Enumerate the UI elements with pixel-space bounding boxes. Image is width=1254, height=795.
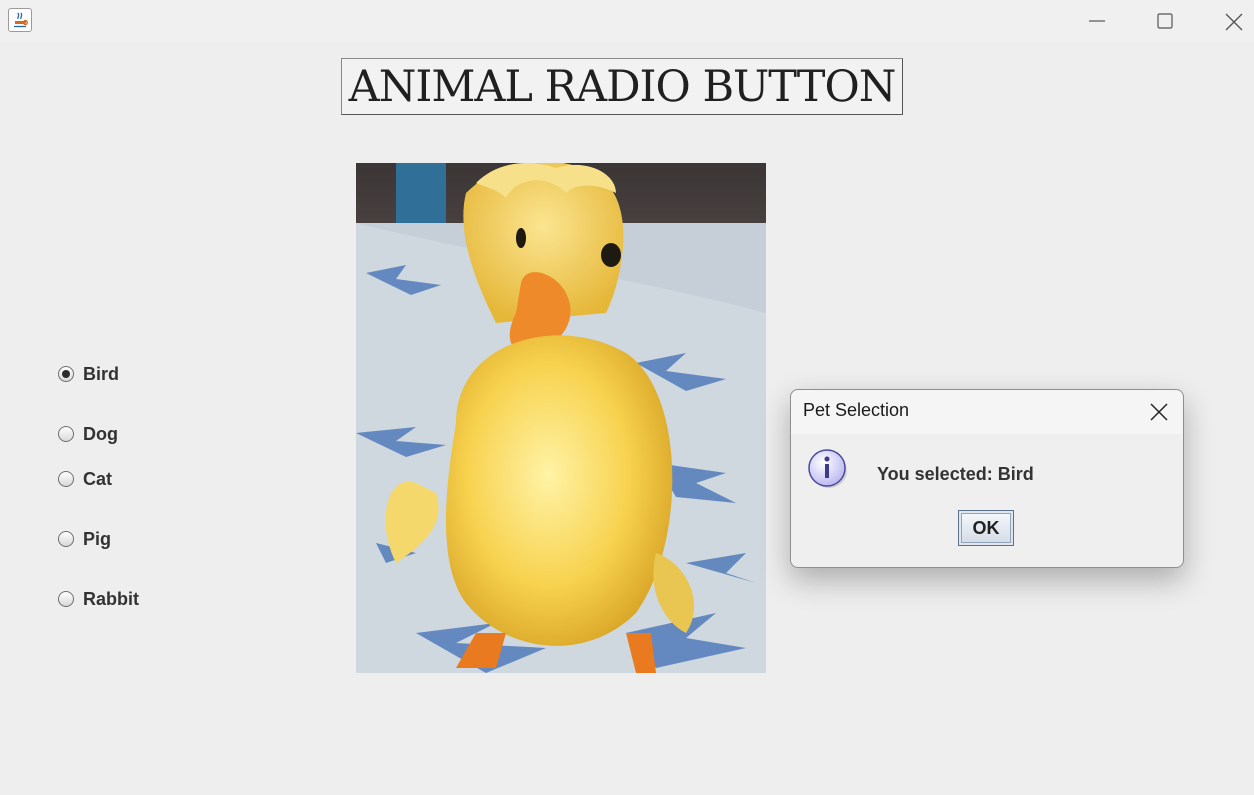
page-title: ANIMAL RADIO BUTTON <box>341 58 903 115</box>
radio-bird[interactable]: Bird <box>58 363 119 385</box>
minimize-button[interactable] <box>1062 0 1132 42</box>
ok-button-label: OK <box>961 513 1011 543</box>
close-icon <box>1150 403 1168 421</box>
pet-image <box>356 163 766 673</box>
close-icon <box>1225 13 1243 31</box>
minimize-icon <box>1089 20 1105 22</box>
radio-button-bird[interactable] <box>58 366 74 382</box>
radio-dog[interactable]: Dog <box>58 423 118 445</box>
radio-label-bird: Bird <box>83 363 119 384</box>
radio-label-pig: Pig <box>83 528 112 549</box>
maximize-icon <box>1157 13 1173 29</box>
window-titlebar <box>0 0 1254 42</box>
dialog-title: Pet Selection <box>803 400 910 420</box>
radio-button-pig[interactable] <box>58 531 74 547</box>
radio-button-rabbit[interactable] <box>58 591 74 607</box>
dialog-body: You selected: Bird OK <box>791 434 1183 567</box>
radio-rabbit[interactable]: Rabbit <box>58 588 139 610</box>
java-app-icon[interactable] <box>8 8 32 32</box>
info-icon <box>807 448 849 494</box>
radio-pig[interactable]: Pig <box>58 528 111 550</box>
radio-button-dog[interactable] <box>58 426 74 442</box>
radio-label-cat: Cat <box>83 468 113 489</box>
radio-cat[interactable]: Cat <box>58 468 112 490</box>
window-close-button[interactable] <box>1198 0 1254 42</box>
ok-button[interactable]: OK <box>958 510 1014 546</box>
dialog-close-button[interactable] <box>1149 402 1169 422</box>
radio-button-cat[interactable] <box>58 471 74 487</box>
maximize-button[interactable] <box>1130 0 1200 42</box>
pet-selection-dialog: Pet Selection You selected: Bird OK <box>790 389 1184 568</box>
radio-label-rabbit: Rabbit <box>83 588 139 609</box>
radio-label-dog: Dog <box>83 423 118 444</box>
dialog-message: You selected: Bird <box>877 464 1034 484</box>
